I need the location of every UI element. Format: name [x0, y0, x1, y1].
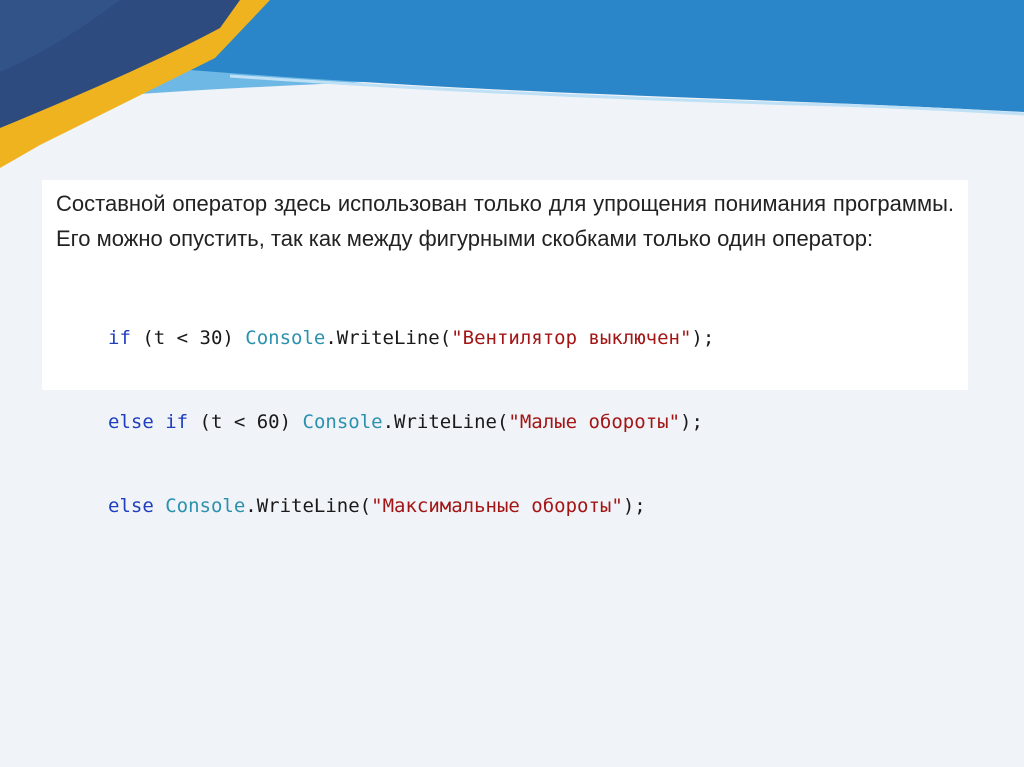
slide: Составной оператор здесь использован тол…	[0, 0, 1024, 767]
keyword-else: else	[108, 495, 154, 517]
method-call: .WriteLine(	[325, 327, 452, 349]
code-block: if (t < 30) Console.WriteLine("Вентилято…	[108, 268, 954, 576]
content-box: Составной оператор здесь использован тол…	[42, 180, 968, 517]
code-line-2: else if (t < 60) Console.WriteLine("Малы…	[108, 408, 954, 436]
type-console: Console	[302, 411, 383, 433]
type-console: Console	[245, 327, 326, 349]
statement-end: );	[622, 495, 646, 517]
method-call: .WriteLine(	[382, 411, 509, 433]
statement-end: );	[691, 327, 715, 349]
explanation-paragraph: Составной оператор здесь использован тол…	[56, 191, 954, 251]
keyword-else: else	[108, 411, 154, 433]
code-line-1: if (t < 30) Console.WriteLine("Вентилято…	[108, 324, 954, 352]
type-console: Console	[165, 495, 246, 517]
string-literal: "Вентилятор выключен"	[451, 327, 692, 349]
method-call: .WriteLine(	[245, 495, 372, 517]
condition: (t < 60)	[188, 411, 303, 433]
string-literal: "Максимальные обороты"	[371, 495, 623, 517]
statement-end: );	[680, 411, 703, 433]
code-line-3: else Console.WriteLine("Максимальные обо…	[108, 492, 954, 520]
condition: (t < 30)	[130, 327, 246, 349]
header-decoration	[0, 0, 1024, 168]
keyword-if: if	[108, 327, 131, 349]
string-literal: "Малые обороты"	[508, 411, 681, 433]
keyword-if: if	[165, 411, 189, 433]
